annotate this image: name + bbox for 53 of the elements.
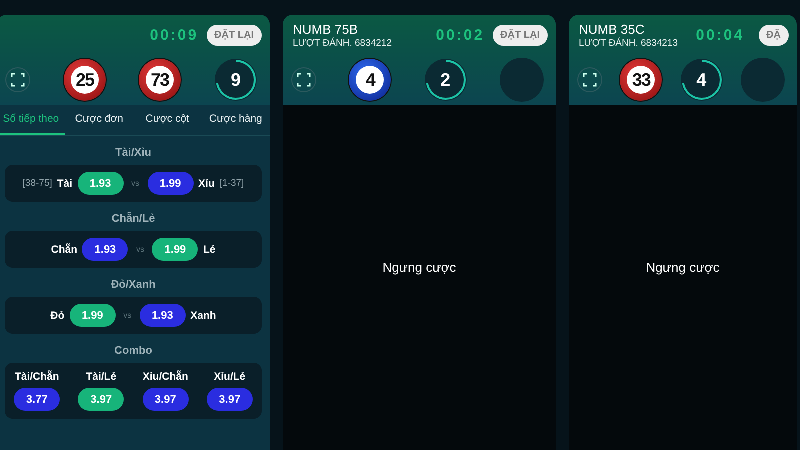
tab[interactable]: Số tiếp theo bbox=[0, 105, 66, 135]
countdown-timer: 00:02 bbox=[436, 26, 485, 44]
countdown-ring: 4 bbox=[680, 58, 724, 102]
lottery-ball: 4 bbox=[349, 59, 392, 101]
range-text: [1-37] bbox=[220, 178, 244, 189]
bet-label: Lẻ bbox=[203, 244, 216, 256]
bet-label: Tài bbox=[57, 178, 73, 190]
odds-button[interactable]: 1.93 bbox=[82, 238, 128, 261]
bet-label: Tài/Chẵn bbox=[14, 371, 60, 383]
countdown-ring: 9 bbox=[214, 58, 258, 102]
section-heading: Chẵn/Lẻ bbox=[112, 213, 156, 225]
odds-button[interactable]: 3.77 bbox=[14, 388, 60, 411]
odds-button[interactable]: 1.93 bbox=[140, 304, 186, 327]
fullscreen-icon[interactable] bbox=[291, 67, 317, 93]
tab[interactable]: Cược cột bbox=[134, 105, 202, 135]
bet-label: Xỉu/Lẻ bbox=[214, 371, 246, 383]
empty-ball-slot bbox=[500, 58, 544, 102]
odds-button[interactable]: 3.97 bbox=[206, 388, 253, 411]
reset-button[interactable]: ĐẶ bbox=[758, 24, 789, 46]
vs-text: vs bbox=[132, 179, 140, 188]
vs-text: vs bbox=[124, 311, 132, 320]
countdown-timer: 00:09 bbox=[150, 26, 199, 44]
lottery-ball: 73 bbox=[139, 59, 181, 101]
section-heading: Đỏ/Xanh bbox=[111, 279, 156, 291]
bet-label: Chẵn bbox=[51, 244, 78, 256]
table-title: NUMB 75B bbox=[293, 22, 360, 36]
round-number: LƯỢT ĐÁNH. 6834213 bbox=[579, 38, 679, 48]
countdown-timer: 00:04 bbox=[696, 26, 745, 44]
section-heading: Combo bbox=[114, 345, 152, 357]
suspended-text: Ngưng cược bbox=[646, 260, 720, 275]
countdown-ring: 2 bbox=[424, 58, 468, 102]
reset-button[interactable]: ĐẶT LẠI bbox=[492, 24, 548, 46]
reset-button[interactable]: ĐẶT LẠI bbox=[206, 24, 262, 46]
suspended-text: Ngưng cược bbox=[382, 260, 456, 275]
bet-label: Xanh bbox=[190, 310, 216, 322]
bet-label: Tài/Lẻ bbox=[86, 371, 117, 383]
fullscreen-icon[interactable] bbox=[577, 67, 603, 93]
empty-ball-slot bbox=[740, 58, 785, 102]
fullscreen-icon[interactable] bbox=[5, 67, 31, 93]
odds-button[interactable]: 3.97 bbox=[142, 388, 189, 411]
section-heading: Tài/Xỉu bbox=[115, 147, 152, 159]
lottery-ball: 25 bbox=[64, 59, 106, 101]
vs-text: vs bbox=[136, 245, 144, 254]
bet-label: Xỉu bbox=[198, 178, 215, 190]
table-title: NUMB 35C bbox=[579, 22, 646, 36]
bet-label: Xỉu/Chẵn bbox=[142, 371, 188, 383]
round-number: LƯỢT ĐÁNH. 6834212 bbox=[293, 38, 393, 48]
range-text: [38-75] bbox=[22, 178, 52, 189]
bet-label: Đỏ bbox=[50, 310, 65, 322]
tab[interactable]: Cược đơn bbox=[65, 105, 134, 135]
lottery-ball: 33 bbox=[620, 59, 662, 101]
tab[interactable]: Cược hàng bbox=[202, 105, 270, 135]
odds-button[interactable]: 1.99 bbox=[148, 172, 194, 195]
